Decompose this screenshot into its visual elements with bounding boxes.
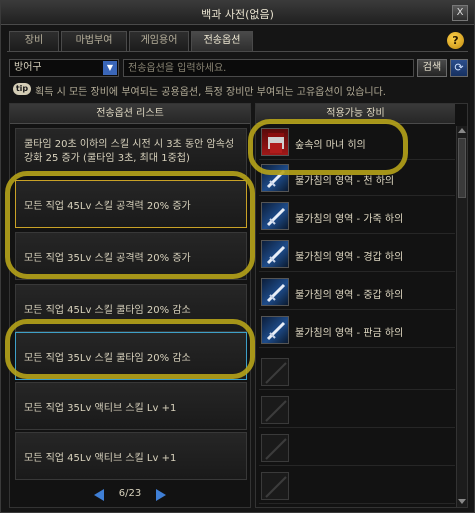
- option-list-header: 전송옵션 리스트: [10, 104, 250, 124]
- equipment-item[interactable]: 불가침의 영역 - 경갑 하의: [259, 238, 455, 272]
- prev-page-icon[interactable]: [94, 489, 104, 501]
- help-button[interactable]: ?: [447, 32, 464, 49]
- option-label: 모든 직업 45Lv 액티브 스킬 Lv +1: [24, 452, 177, 464]
- option-list-panel: 전송옵션 리스트 쿨타임 20초 이하의 스킬 시전 시 3초 동안 암속성 강…: [9, 103, 251, 508]
- scroll-thumb[interactable]: [458, 138, 466, 198]
- category-value: 방어구: [14, 62, 42, 73]
- pagination: 6/23: [10, 486, 250, 504]
- option-item[interactable]: 모든 직업 45Lv 스킬 공격력 20% 증가: [15, 180, 247, 228]
- equipment-header: 적용가능 장비: [256, 104, 455, 124]
- option-item[interactable]: 모든 직업 35Lv 액티브 스킬 Lv +1: [15, 382, 247, 430]
- tip-text: 획득 시 모든 장비에 부여되는 공용옵션, 특정 장비만 부여되는 고유옵션이…: [35, 87, 386, 98]
- empty-equipment-slot: [259, 470, 455, 504]
- sword-icon: [261, 240, 289, 268]
- refresh-icon[interactable]: ⟳: [450, 59, 468, 77]
- equipment-name: 숲속의 마녀 히의: [295, 140, 366, 151]
- option-label: 쿨타임 20초 이하의 스킬 시전 시 3초 동안 암속성 강화 25 증가 (…: [24, 139, 235, 164]
- sword-icon: [261, 316, 289, 344]
- scrollbar[interactable]: [456, 126, 467, 507]
- tip-badge: tip: [13, 83, 31, 95]
- tab-glossary[interactable]: 게임용어: [129, 31, 189, 51]
- tab-equipment[interactable]: 장비: [9, 31, 59, 51]
- option-label: 모든 직업 45Lv 스킬 공격력 20% 증가: [24, 200, 191, 212]
- option-item[interactable]: 모든 직업 45Lv 스킬 쿨타임 20% 감소: [15, 284, 247, 332]
- chevron-down-icon[interactable]: ▼: [103, 61, 117, 75]
- sword-icon: [261, 278, 289, 306]
- empty-slot-icon: [261, 434, 289, 462]
- category-dropdown[interactable]: 방어구 ▼: [9, 59, 119, 77]
- scroll-down-icon[interactable]: [458, 499, 466, 504]
- equipment-name: 불가침의 영역 - 경갑 하의: [295, 252, 404, 263]
- equipment-name: 불가침의 영역 - 중갑 하의: [295, 290, 404, 301]
- next-page-icon[interactable]: [156, 489, 166, 501]
- option-label: 모든 직업 35Lv 스킬 공격력 20% 증가: [24, 252, 191, 264]
- equipment-item[interactable]: 불가침의 영역 - 천 하의: [259, 162, 455, 196]
- divider: [7, 51, 468, 52]
- scroll-up-icon[interactable]: [458, 128, 466, 133]
- option-label: 모든 직업 35Lv 액티브 스킬 Lv +1: [24, 402, 177, 414]
- empty-equipment-slot: [259, 356, 455, 390]
- sword-icon: [261, 202, 289, 230]
- option-label: 모든 직업 35Lv 스킬 쿨타임 20% 감소: [24, 352, 191, 364]
- option-item[interactable]: 모든 직업 35Lv 스킬 공격력 20% 증가: [15, 232, 247, 280]
- equipment-item[interactable]: 불가침의 영역 - 판금 하의: [259, 314, 455, 348]
- equipment-name: 불가침의 영역 - 판금 하의: [295, 328, 404, 339]
- search-button[interactable]: 검색: [417, 59, 447, 77]
- search-input[interactable]: [123, 59, 414, 77]
- encyclopedia-window: 백과 사전(없음) X 장비 마법부여 게임용어 전송옵션 ? 방어구 ▼ 검색…: [0, 0, 475, 513]
- equipment-panel: 적용가능 장비 숲속의 마녀 히의 불가침의 영역 - 천 하의 불가침의 영역…: [255, 103, 468, 508]
- tip-row: tip 획득 시 모든 장비에 부여되는 공용옵션, 특정 장비만 부여되는 고…: [9, 81, 468, 98]
- equipment-name: 불가침의 영역 - 가죽 하의: [295, 214, 404, 225]
- equipment-item[interactable]: 불가침의 영역 - 가죽 하의: [259, 200, 455, 234]
- empty-slot-icon: [261, 358, 289, 386]
- sword-icon: [261, 164, 289, 192]
- equipment-name: 불가침의 영역 - 천 하의: [295, 176, 395, 187]
- empty-equipment-slot: [259, 432, 455, 466]
- title-bar[interactable]: 백과 사전(없음) X: [1, 1, 474, 25]
- window-title: 백과 사전(없음): [201, 8, 274, 21]
- empty-slot-icon: [261, 472, 289, 500]
- option-label: 모든 직업 45Lv 스킬 쿨타임 20% 감소: [24, 304, 191, 316]
- close-button[interactable]: X: [452, 5, 468, 21]
- empty-slot-icon: [261, 396, 289, 424]
- option-item[interactable]: 모든 직업 45Lv 액티브 스킬 Lv +1: [15, 432, 247, 480]
- option-item[interactable]: 쿨타임 20초 이하의 스킬 시전 시 3초 동안 암속성 강화 25 증가 (…: [15, 128, 247, 176]
- tab-enchant[interactable]: 마법부여: [61, 31, 127, 51]
- page-indicator: 6/23: [118, 488, 142, 499]
- equipment-item[interactable]: 숲속의 마녀 히의: [259, 126, 455, 160]
- empty-equipment-slot: [259, 394, 455, 428]
- equipment-item[interactable]: 불가침의 영역 - 중갑 하의: [259, 276, 455, 310]
- witch-hat-icon: [261, 128, 289, 156]
- tab-transfer-options[interactable]: 전송옵션: [191, 31, 253, 51]
- option-item[interactable]: 모든 직업 35Lv 스킬 쿨타임 20% 감소: [15, 332, 247, 380]
